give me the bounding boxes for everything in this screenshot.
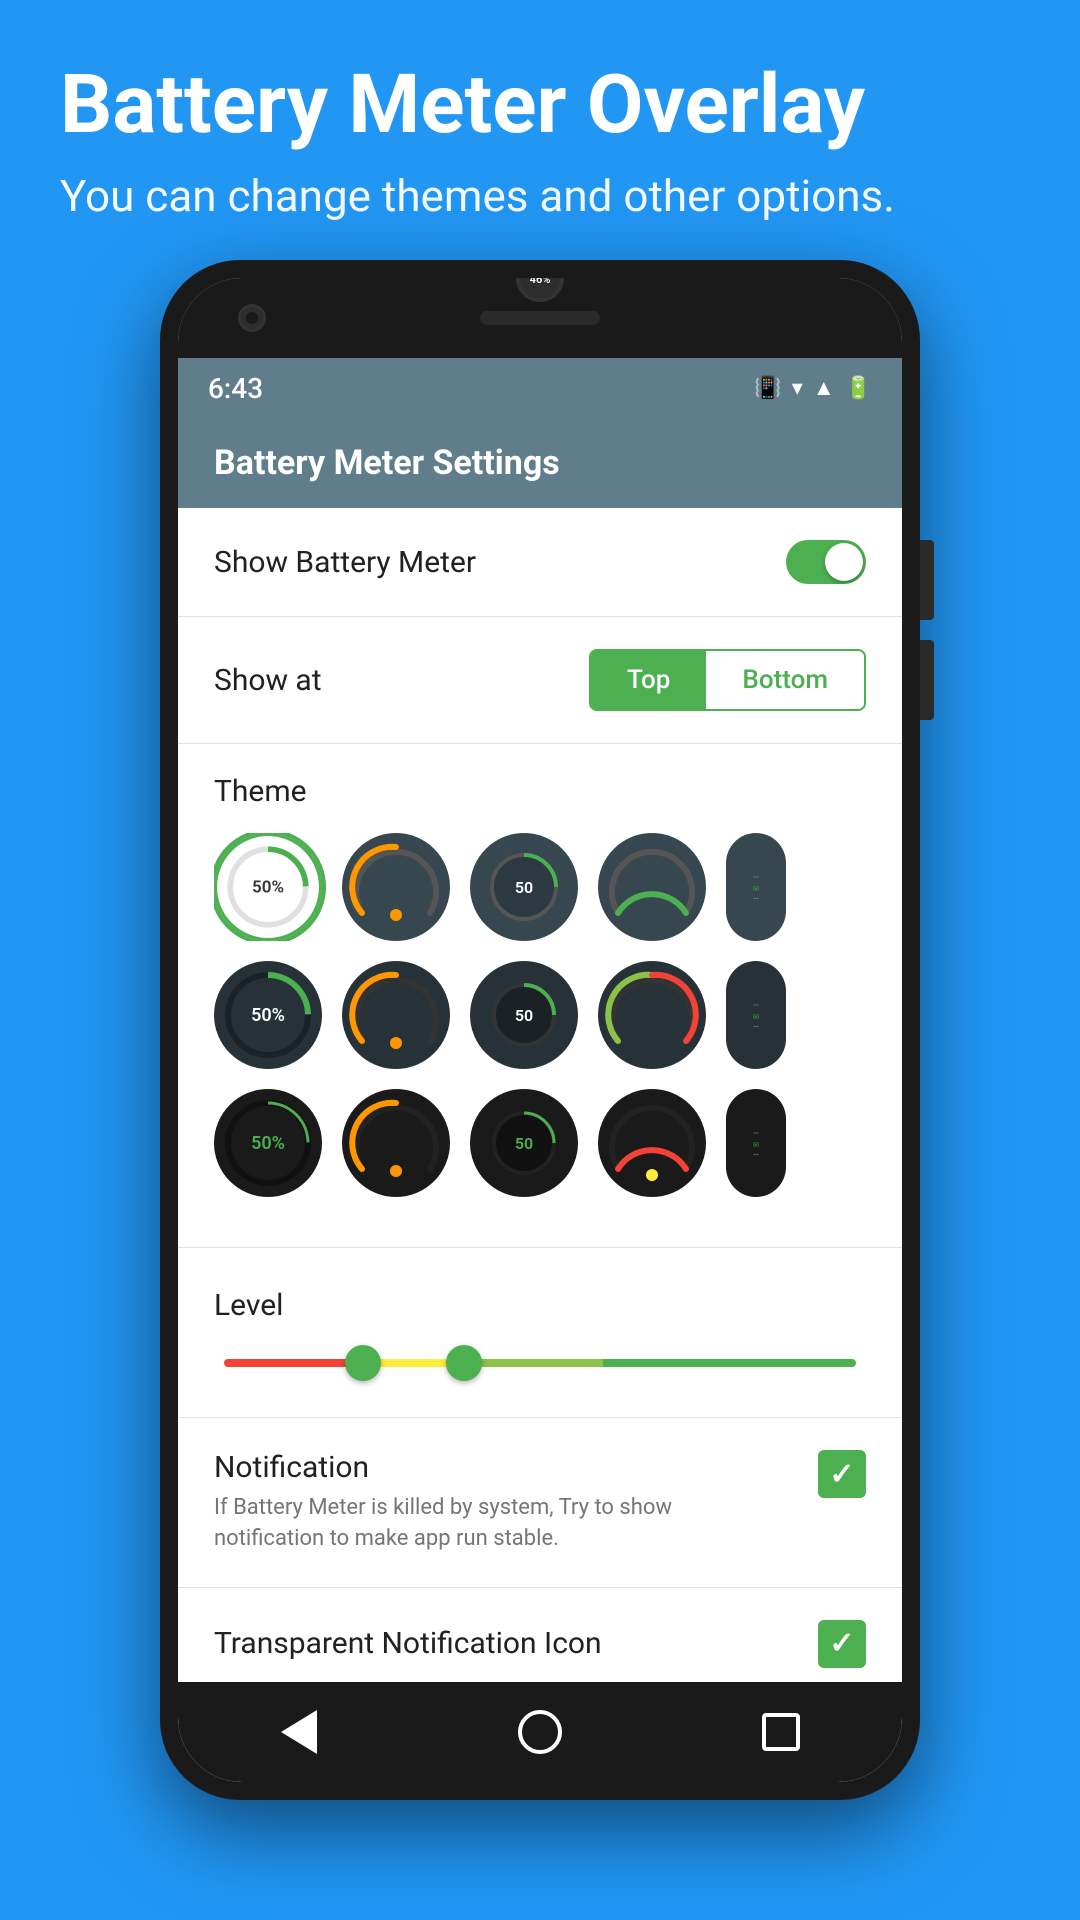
app-bar-title: Battery Meter Settings [214,443,560,483]
header-title: Battery Meter Overlay [60,60,1020,150]
theme-item-10[interactable]: ••• 50 ••• [726,961,786,1069]
svg-text:•••: ••• [753,1003,759,1009]
header-subtitle: You can change themes and other options. [60,170,1020,222]
show-battery-meter-row: Show Battery Meter [178,508,902,617]
theme-item-14[interactable] [598,1089,706,1197]
nav-recents-button[interactable] [751,1702,811,1762]
svg-text:•••: ••• [753,1024,759,1030]
svg-text:50: 50 [515,878,533,897]
theme-label: Theme [214,774,866,809]
theme-item-7[interactable] [342,961,450,1069]
theme-item-1[interactable]: 50% [214,833,322,941]
svg-text:50%: 50% [252,878,284,898]
svg-text:46%: 46% [530,278,551,286]
phone-outer: 46% 6:43 📳 ▾ ▲ 🔋 Battery Meter Settings [160,260,920,1800]
svg-text:50: 50 [515,1006,533,1025]
slider-thumb-1[interactable] [345,1345,381,1381]
svg-text:50: 50 [753,1142,759,1148]
status-icons: 📳 ▾ ▲ 🔋 [754,375,872,401]
theme-item-4[interactable] [598,833,706,941]
volume-button-mid[interactable] [920,640,934,720]
battery-ring-overlay: 46% [500,278,580,306]
theme-item-5[interactable]: ••• 50 ••• [726,833,786,941]
svg-text:•••: ••• [753,875,759,881]
app-bar: Battery Meter Settings [178,418,902,508]
theme-item-6[interactable]: 50% [214,961,322,1069]
notification-row: Notification If Battery Meter is killed … [178,1418,902,1588]
phone-mockup: 46% 6:43 📳 ▾ ▲ 🔋 Battery Meter Settings [160,260,920,1840]
header: Battery Meter Overlay You can change the… [0,0,1080,262]
show-battery-meter-toggle[interactable] [786,540,866,584]
notification-text: Notification If Battery Meter is killed … [214,1450,694,1555]
svg-text:•••: ••• [753,1131,759,1137]
show-at-label: Show at [214,663,322,698]
notification-desc: If Battery Meter is killed by system, Tr… [214,1493,694,1555]
show-at-bottom-button[interactable]: Bottom [706,651,864,709]
speaker-icon [480,311,600,325]
svg-text:50%: 50% [251,1133,285,1154]
transparent-notification-label: Transparent Notification Icon [214,1626,602,1661]
signal-icon: ▲ [813,375,835,401]
volume-button-top[interactable] [920,540,934,620]
level-label: Level [214,1288,866,1323]
theme-row-3: 50% [214,1089,866,1197]
vibrate-icon: 📳 [754,376,781,401]
settings-content: Show Battery Meter Show at Top Bottom Th… [178,508,902,1722]
recents-icon [762,1713,800,1751]
wifi-icon: ▾ [792,376,803,401]
slider-thumb-2[interactable] [446,1345,482,1381]
notification-label: Notification [214,1450,694,1485]
camera-icon [238,304,266,332]
show-at-group: Top Bottom [589,649,866,711]
svg-text:50%: 50% [251,1005,285,1026]
status-bar: 6:43 📳 ▾ ▲ 🔋 [178,358,902,418]
theme-row-1: 50% [214,833,866,941]
theme-item-13[interactable]: 50 [470,1089,578,1197]
level-slider[interactable] [224,1359,856,1367]
show-at-row: Show at Top Bottom [178,617,902,744]
show-at-top-button[interactable]: Top [591,651,706,709]
svg-text:50: 50 [753,886,759,892]
theme-row-2: 50% [214,961,866,1069]
phone-hardware-bar: 46% [178,278,902,358]
theme-item-9[interactable] [598,961,706,1069]
svg-text:•••: ••• [753,1152,759,1158]
phone-screen: 46% 6:43 📳 ▾ ▲ 🔋 Battery Meter Settings [178,278,902,1782]
svg-text:50: 50 [515,1134,533,1153]
level-section: Level [178,1248,902,1418]
transparent-notification-checkbox[interactable] [818,1620,866,1668]
toggle-knob [825,543,863,581]
theme-item-2[interactable] [342,833,450,941]
nav-home-button[interactable] [510,1702,570,1762]
nav-back-button[interactable] [269,1702,329,1762]
nav-bar [178,1682,902,1782]
theme-item-8[interactable]: 50 [470,961,578,1069]
theme-item-3[interactable]: 50 [470,833,578,941]
theme-section: Theme 50% [178,744,902,1248]
home-icon [518,1710,562,1754]
status-time: 6:43 [208,372,263,405]
back-icon [281,1710,317,1754]
svg-text:•••: ••• [753,896,759,902]
notification-checkbox[interactable] [818,1450,866,1498]
theme-item-15[interactable]: ••• 50 ••• [726,1089,786,1197]
theme-item-11[interactable]: 50% [214,1089,322,1197]
battery-icon: 🔋 [845,376,872,401]
svg-text:50: 50 [753,1014,759,1020]
theme-item-12[interactable] [342,1089,450,1197]
show-battery-meter-label: Show Battery Meter [214,545,476,580]
